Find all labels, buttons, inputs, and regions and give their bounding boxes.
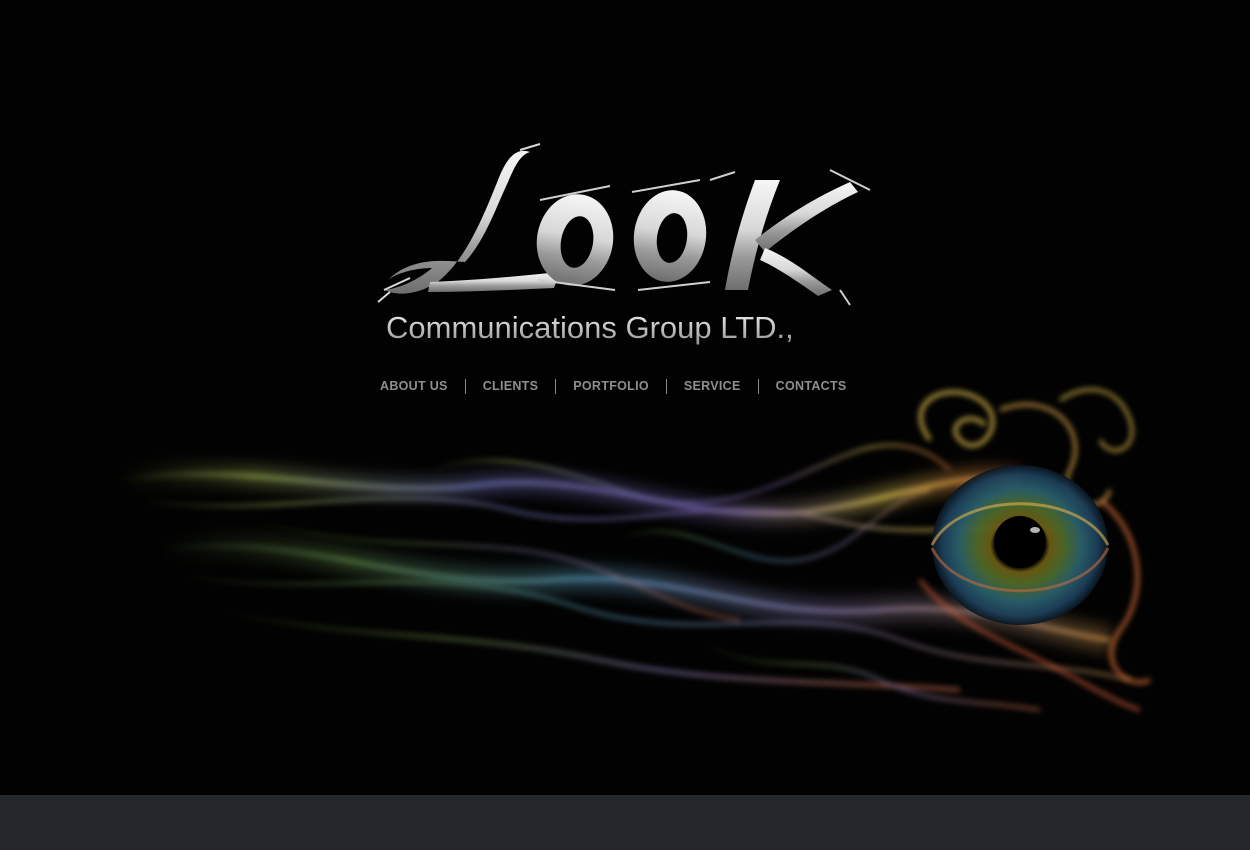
- nav-service[interactable]: SERVICE: [676, 379, 749, 393]
- nav-separator: [665, 378, 667, 394]
- nav-portfolio[interactable]: PORTFOLIO: [565, 379, 657, 393]
- smoke-eye-image: [118, 388, 1151, 712]
- main-nav: ABOUT US CLIENTS PORTFOLIO SERVICE CONTA…: [372, 376, 855, 396]
- nav-separator: [555, 378, 557, 394]
- nav-about-us[interactable]: ABOUT US: [372, 379, 456, 393]
- page: Communications Group LTD., ABOUT US CLIE…: [0, 0, 1250, 850]
- nav-separator: [464, 378, 466, 394]
- nav-clients[interactable]: CLIENTS: [475, 379, 547, 393]
- hero-section: Communications Group LTD., ABOUT US CLIE…: [0, 0, 1250, 795]
- logo[interactable]: [370, 140, 890, 310]
- nav-separator: [757, 378, 759, 394]
- logo-tagline: Communications Group LTD.,: [386, 310, 886, 346]
- logo-wordmark: [377, 143, 871, 306]
- nav-contacts[interactable]: CONTACTS: [768, 379, 855, 393]
- footer-bar: [0, 795, 1250, 850]
